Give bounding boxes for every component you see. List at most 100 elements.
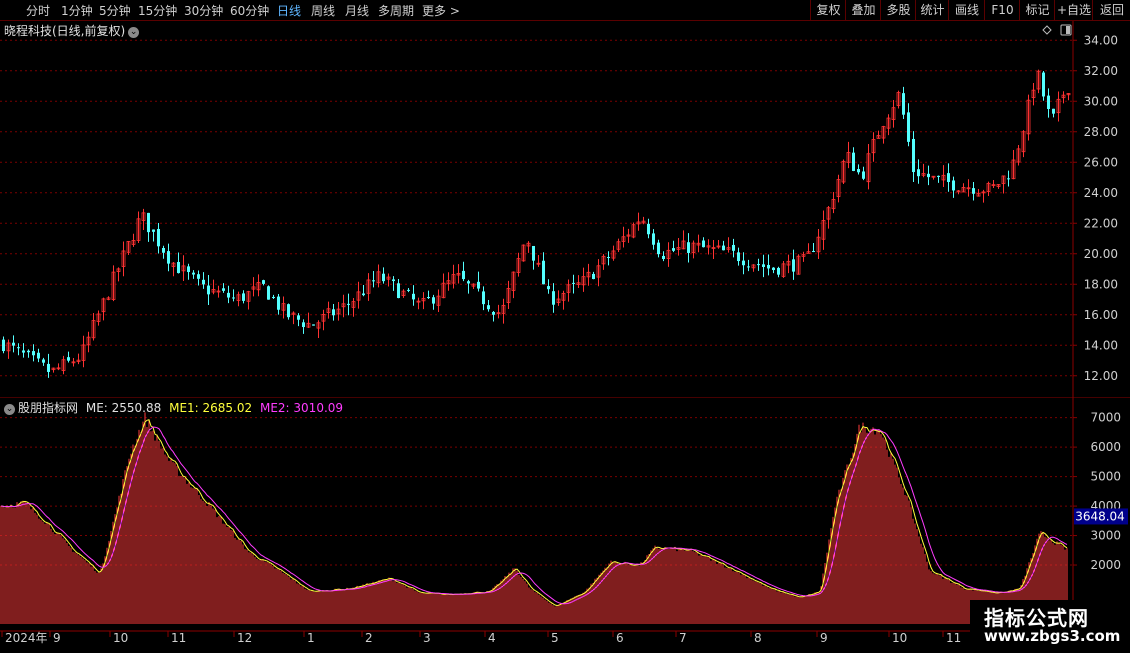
x-axis-label: 2: [365, 631, 373, 645]
candle-body: [232, 297, 235, 299]
indicator-tick-label: 5000: [1090, 470, 1121, 484]
f10-button[interactable]: F10: [984, 0, 1020, 20]
candle-body: [312, 324, 315, 326]
candle-body: [47, 363, 50, 372]
candle-body: [862, 171, 865, 179]
indicator-tick-label: 7000: [1090, 411, 1121, 425]
tab-intraday[interactable]: 分时: [26, 2, 50, 19]
price-tick-label: 18.00: [1084, 277, 1118, 291]
candle-body: [462, 270, 465, 280]
x-axis-label: 6: [616, 631, 624, 645]
indicator-legend: ⌄ 股朋指标网 ME: 2550.88 ME1: 2685.02 ME2: 301…: [4, 399, 343, 416]
x-axis-label: 5: [551, 631, 559, 645]
candle-body: [482, 291, 485, 305]
candle-body: [202, 279, 205, 285]
indicator-tick-label: 6000: [1090, 440, 1121, 454]
candle-body: [187, 266, 190, 273]
price-tick-label: 30.00: [1084, 94, 1118, 108]
overlay-button[interactable]: 叠加: [845, 0, 881, 20]
price-tick-label: 22.00: [1084, 216, 1118, 230]
candle-body: [857, 169, 860, 173]
candle-body: [792, 259, 795, 272]
candle-body: [662, 255, 665, 260]
candle-body: [477, 281, 480, 289]
candle-body: [947, 173, 950, 183]
candle-body: [972, 188, 975, 194]
candle-body: [427, 297, 430, 299]
chevron-down-icon[interactable]: ⌄: [128, 27, 140, 38]
candle-body: [687, 242, 690, 253]
candle-body: [22, 350, 25, 353]
tab-weekly[interactable]: 周线: [311, 2, 335, 19]
multi-stock-button[interactable]: 多股: [880, 0, 916, 20]
add-watchlist-button[interactable]: +自选: [1054, 0, 1093, 20]
candle-body: [1007, 178, 1010, 180]
tab-15min[interactable]: 15分钟: [138, 2, 177, 19]
tab-multi-period[interactable]: 多周期: [378, 2, 414, 19]
x-axis-label: 2024年: [5, 631, 48, 645]
candle-body: [902, 93, 905, 115]
candle-body: [272, 296, 275, 298]
watermark: 指标公式网 www.zbgs3.com: [970, 600, 1130, 650]
tab-5min[interactable]: 5分钟: [99, 2, 131, 19]
candle-body: [347, 303, 350, 305]
candle-body: [412, 293, 415, 300]
candle-body: [777, 267, 780, 275]
price-tick-label: 34.00: [1084, 33, 1118, 47]
x-axis-label: 10: [113, 631, 128, 645]
candle-body: [672, 248, 675, 251]
candle-body: [147, 212, 150, 233]
candle-body: [27, 350, 30, 353]
candle-body: [652, 233, 655, 245]
candle-body: [207, 285, 210, 295]
candle-body: [487, 305, 490, 310]
candle-body: [737, 252, 740, 262]
candle-body: [852, 152, 855, 171]
candle-body: [277, 296, 280, 310]
price-tick-label: 20.00: [1084, 247, 1118, 261]
candle-body: [492, 311, 495, 315]
candle-body: [592, 273, 595, 280]
tab-1min[interactable]: 1分钟: [61, 2, 93, 19]
candle-body: [432, 297, 435, 304]
tab-monthly[interactable]: 月线: [345, 2, 369, 19]
candle-body: [772, 267, 775, 271]
candle-body: [767, 264, 770, 269]
draw-line-button[interactable]: 画线: [948, 0, 985, 20]
candle-body: [732, 244, 735, 251]
candle-body: [242, 293, 245, 301]
indicator-tick-label: 2000: [1090, 558, 1121, 572]
candle-body: [1052, 108, 1055, 114]
candle-body: [222, 288, 225, 291]
stock-title: 晓程科技(日线,前复权): [4, 24, 126, 38]
indicator-panel[interactable]: 2000 3000 4000 5000 6000 7000 3648.04 2024年 9 10 1…: [0, 396, 1130, 650]
tab-daily[interactable]: 日线: [277, 2, 301, 19]
mark-button[interactable]: 标记: [1019, 0, 1055, 20]
candle-body: [2, 339, 5, 352]
indicator-tick-label: 3000: [1090, 529, 1121, 543]
candle-body: [952, 180, 955, 191]
candle-body: [532, 245, 535, 261]
candle-body: [742, 260, 745, 266]
candle-body: [757, 264, 760, 266]
candlestick-panel[interactable]: 12.00 14.00 16.00 18.00 20.00 22.00 24.00 26.00…: [0, 21, 1130, 397]
tab-30min[interactable]: 30分钟: [184, 2, 223, 19]
back-button[interactable]: 返回: [1092, 0, 1130, 20]
indicator-name: 股朋指标网: [18, 401, 79, 415]
candle-body: [812, 250, 815, 252]
candle-body: [397, 283, 400, 299]
diamond-icon: [1042, 25, 1052, 35]
me-value: ME: 2550.88: [85, 401, 162, 415]
tab-more[interactable]: 更多 >: [422, 2, 460, 19]
candle-body: [547, 286, 550, 290]
indicator-chart[interactable]: 2000300040005000600070003648.042024年 9 10 1…: [0, 396, 1130, 650]
candlestick-chart[interactable]: 12.00 14.00 16.00 18.00 20.00 22.00 24.00 26.00…: [0, 21, 1130, 397]
statistics-button[interactable]: 统计: [915, 0, 949, 20]
candle-body: [372, 280, 375, 282]
candle-body: [747, 266, 750, 268]
tab-60min[interactable]: 60分钟: [230, 2, 269, 19]
candle-body: [192, 272, 195, 275]
candle-body: [152, 229, 155, 232]
adjust-button[interactable]: 复权: [810, 0, 846, 20]
chevron-down-icon[interactable]: ⌄: [4, 404, 15, 415]
